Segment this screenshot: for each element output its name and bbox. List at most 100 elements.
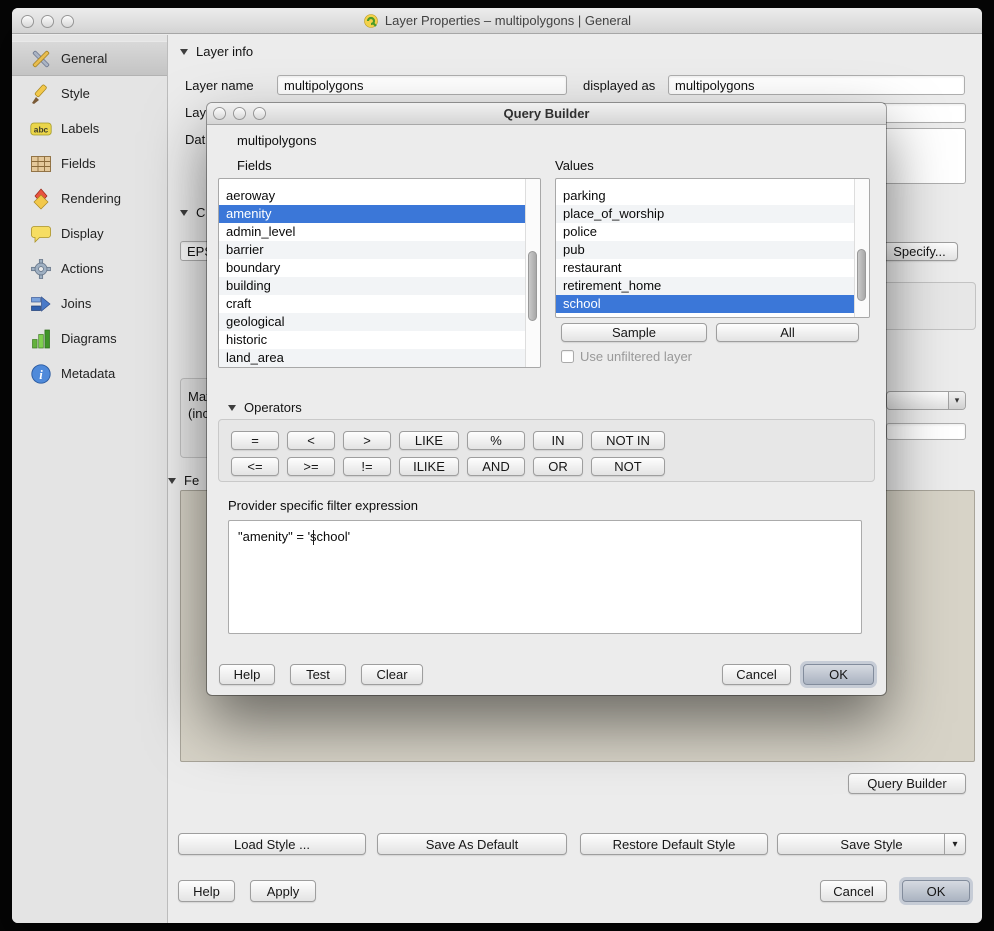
value-item[interactable]: place_of_worship (556, 205, 854, 223)
operators-section-header[interactable]: Operators (228, 400, 302, 415)
sidebar-item-diagrams[interactable]: Diagrams (12, 321, 167, 356)
scale-field-partial[interactable] (886, 423, 966, 440)
field-item[interactable]: building (219, 277, 525, 295)
sidebar-item-actions[interactable]: Actions (12, 251, 167, 286)
value-item[interactable]: school (556, 295, 854, 313)
join-arrows-icon (29, 292, 52, 315)
operator-greater-than-button[interactable]: > (343, 431, 391, 450)
collapse-triangle-icon (228, 405, 236, 411)
field-item[interactable]: historic (219, 331, 525, 349)
help-button[interactable]: Help (178, 880, 235, 902)
sidebar-item-general[interactable]: General (12, 41, 167, 76)
layer-properties-window: Layer Properties – multipolygons | Gener… (12, 8, 982, 923)
operator-in-button[interactable]: IN (533, 431, 583, 450)
values-list[interactable]: parkingplace_of_worshippolicepubrestaura… (555, 178, 870, 318)
dialog-minimize-button[interactable] (233, 107, 246, 120)
query-builder-button[interactable]: Query Builder (848, 773, 966, 794)
window-title: Layer Properties – multipolygons | Gener… (12, 8, 982, 33)
save-style-label: Save Style (840, 837, 902, 852)
field-item[interactable]: land_area (219, 349, 525, 367)
fields-list[interactable]: aerowayamenityadmin_levelbarrierboundary… (218, 178, 541, 368)
field-item[interactable]: barrier (219, 241, 525, 259)
save-as-default-button[interactable]: Save As Default (377, 833, 567, 855)
operator-not-button[interactable]: NOT (591, 457, 665, 476)
bar-chart-icon (29, 327, 52, 350)
checkbox-unchecked-icon[interactable] (561, 350, 574, 363)
zoom-button[interactable] (61, 15, 74, 28)
filter-expression-input[interactable]: "amenity" = 'school' (228, 520, 862, 634)
window-titlebar[interactable]: Layer Properties – multipolygons | Gener… (12, 8, 982, 34)
operator-greater-or-equal-button[interactable]: >= (287, 457, 335, 476)
close-button[interactable] (21, 15, 34, 28)
field-item[interactable]: aeroway (219, 187, 525, 205)
gear-icon (29, 257, 52, 280)
restore-default-style-button[interactable]: Restore Default Style (580, 833, 768, 855)
use-unfiltered-checkbox[interactable]: Use unfiltered layer (561, 349, 692, 364)
sidebar-item-rendering[interactable]: Rendering (12, 181, 167, 216)
all-button[interactable]: All (716, 323, 859, 342)
operator-and-button[interactable]: AND (467, 457, 525, 476)
operator-not-in-button[interactable]: NOT IN (591, 431, 665, 450)
load-style-button[interactable]: Load Style ... (178, 833, 366, 855)
value-item[interactable]: restaurant (556, 259, 854, 277)
dialog-test-button[interactable]: Test (290, 664, 346, 685)
svg-text:i: i (39, 367, 43, 381)
scrollbar-thumb[interactable] (857, 249, 866, 301)
scale-combo-partial[interactable]: ▾ (886, 391, 966, 410)
scrollbar-thumb[interactable] (528, 251, 537, 321)
field-item[interactable]: geological (219, 313, 525, 331)
crs-section-header[interactable]: C (180, 205, 205, 220)
dialog-close-button[interactable] (213, 107, 226, 120)
dialog-titlebar[interactable]: Query Builder (207, 103, 886, 125)
dialog-zoom-button[interactable] (253, 107, 266, 120)
layer-name-input[interactable] (277, 75, 567, 95)
ok-button[interactable]: OK (902, 880, 970, 902)
value-item[interactable]: police (556, 223, 854, 241)
dialog-clear-button[interactable]: Clear (361, 664, 423, 685)
operator-ilike-button[interactable]: ILIKE (399, 457, 459, 476)
cancel-button[interactable]: Cancel (820, 880, 887, 902)
value-item[interactable]: parking (556, 187, 854, 205)
operators-row-2: <= >= != ILIKE AND OR NOT (231, 457, 874, 476)
apply-button[interactable]: Apply (250, 880, 316, 902)
field-item[interactable]: craft (219, 295, 525, 313)
sidebar-item-label: Diagrams (61, 331, 117, 346)
sidebar-item-fields[interactable]: Fields (12, 146, 167, 181)
operator-less-than-button[interactable]: < (287, 431, 335, 450)
field-item[interactable]: admin_level (219, 223, 525, 241)
sidebar-item-metadata[interactable]: iMetadata (12, 356, 167, 391)
sidebar-item-label: Actions (61, 261, 104, 276)
field-item[interactable]: boundary (219, 259, 525, 277)
chevron-down-icon: ▾ (948, 392, 965, 409)
displayed-as-input[interactable] (668, 75, 965, 95)
operator-or-button[interactable]: OR (533, 457, 583, 476)
sidebar-item-joins[interactable]: Joins (12, 286, 167, 321)
collapse-triangle-icon (180, 49, 188, 55)
specify-crs-button[interactable]: Specify... (881, 242, 958, 261)
sidebar-item-label: Joins (61, 296, 91, 311)
dialog-help-button[interactable]: Help (219, 664, 275, 685)
value-item[interactable]: pub (556, 241, 854, 259)
field-item[interactable]: amenity (219, 205, 525, 223)
dialog-cancel-button[interactable]: Cancel (722, 664, 791, 685)
operator-less-or-equal-button[interactable]: <= (231, 457, 279, 476)
fields-scrollbar[interactable] (525, 179, 540, 367)
operator-not-equal-button[interactable]: != (343, 457, 391, 476)
value-item[interactable]: retirement_home (556, 277, 854, 295)
operator-percent-button[interactable]: % (467, 431, 525, 450)
render-diamond-icon (29, 187, 52, 210)
layer-info-section-header[interactable]: Layer info (180, 44, 253, 59)
sidebar-item-display[interactable]: Display (12, 216, 167, 251)
save-style-button[interactable]: Save Style ▾ (777, 833, 966, 855)
operator-equals-button[interactable]: = (231, 431, 279, 450)
values-scrollbar[interactable] (854, 179, 869, 317)
minimize-button[interactable] (41, 15, 54, 28)
sidebar-item-labels[interactable]: abc Labels (12, 111, 167, 146)
dialog-ok-button[interactable]: OK (803, 664, 874, 685)
operator-like-button[interactable]: LIKE (399, 431, 459, 450)
svg-text:abc: abc (33, 124, 48, 134)
sidebar-item-style[interactable]: Style (12, 76, 167, 111)
features-section-header[interactable]: Fe (168, 473, 199, 488)
sidebar-item-label: Labels (61, 121, 99, 136)
sample-button[interactable]: Sample (561, 323, 707, 342)
